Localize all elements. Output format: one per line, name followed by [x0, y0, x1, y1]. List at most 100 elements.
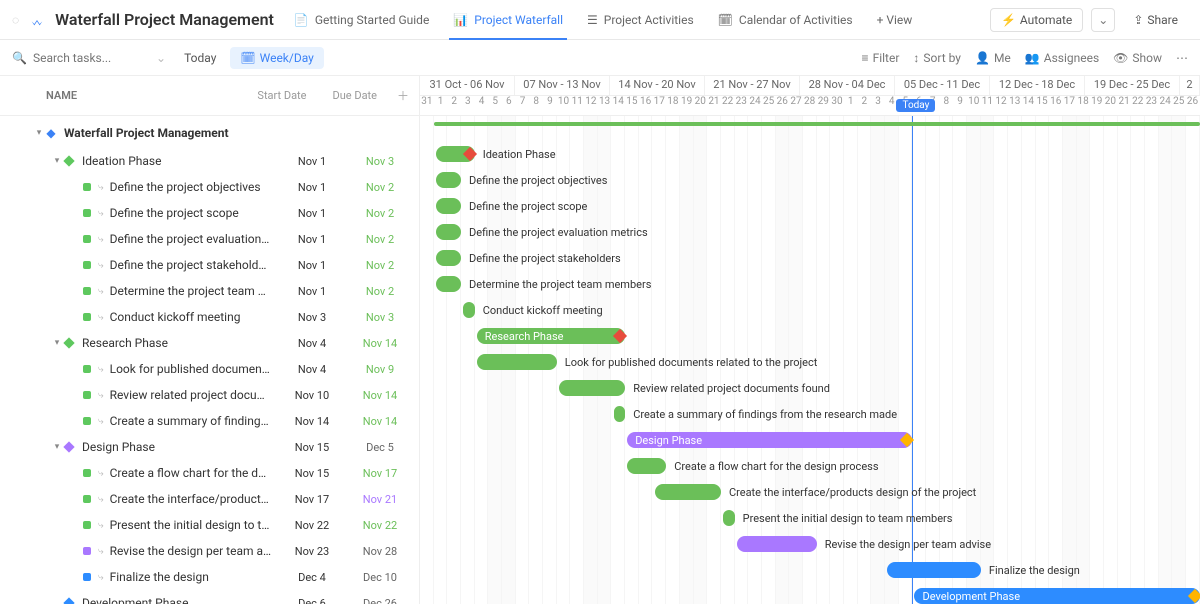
- task-name[interactable]: Define the project objectives: [110, 180, 277, 194]
- task-name[interactable]: Determine the project team …: [110, 284, 277, 298]
- start-date[interactable]: Nov 15: [277, 441, 347, 454]
- tab-add-view[interactable]: + View: [877, 0, 913, 40]
- start-date[interactable]: Nov 1: [277, 155, 347, 168]
- due-date[interactable]: Nov 14: [347, 415, 413, 428]
- start-date[interactable]: Nov 1: [277, 207, 347, 220]
- start-date[interactable]: Nov 22: [277, 519, 347, 532]
- due-date[interactable]: Nov 3: [347, 311, 413, 324]
- due-date[interactable]: Nov 14: [347, 337, 413, 350]
- due-date[interactable]: Nov 9: [347, 363, 413, 376]
- automate-dropdown[interactable]: ⌄: [1091, 8, 1115, 32]
- task-name[interactable]: Development Phase: [82, 596, 277, 604]
- me-button[interactable]: 👤 Me: [975, 51, 1011, 65]
- weekday-toggle[interactable]: 🗓Week/Day: [230, 47, 323, 69]
- task-row[interactable]: ⤷Define the project stakehold…Nov 1Nov 2: [0, 252, 419, 278]
- due-date[interactable]: Nov 21: [347, 493, 413, 506]
- task-name[interactable]: Finalize the design: [110, 570, 277, 584]
- show-button[interactable]: 👁 Show: [1113, 51, 1162, 65]
- start-date[interactable]: Nov 1: [277, 181, 347, 194]
- gantt-bar[interactable]: [627, 458, 666, 474]
- task-name[interactable]: Ideation Phase: [82, 154, 277, 168]
- expand-icon[interactable]: ▾: [34, 128, 44, 138]
- start-date[interactable]: Nov 1: [277, 259, 347, 272]
- task-name[interactable]: Create a summary of finding…: [110, 414, 277, 428]
- task-row[interactable]: ▾◆Waterfall Project Management: [0, 120, 419, 146]
- tab-project-activities[interactable]: ☰Project Activities: [587, 0, 694, 40]
- start-date[interactable]: Nov 17: [277, 493, 347, 506]
- task-row[interactable]: ⤷Conduct kickoff meetingNov 3Nov 3: [0, 304, 419, 330]
- due-date[interactable]: Nov 14: [347, 389, 413, 402]
- task-name[interactable]: Review related project docu…: [110, 388, 277, 402]
- due-date[interactable]: Nov 22: [347, 519, 413, 532]
- start-date[interactable]: Nov 23: [277, 545, 347, 558]
- search-options-dropdown[interactable]: ⌄: [156, 51, 166, 65]
- task-name[interactable]: Research Phase: [82, 336, 277, 350]
- task-row[interactable]: ⤷Determine the project team …Nov 1Nov 2: [0, 278, 419, 304]
- task-name[interactable]: Create the interface/product…: [110, 492, 277, 506]
- due-date[interactable]: Nov 17: [347, 467, 413, 480]
- task-name[interactable]: Look for published documen…: [110, 362, 277, 376]
- automate-button[interactable]: ⚡Automate: [990, 8, 1083, 32]
- task-name[interactable]: Revise the design per team a…: [110, 544, 277, 558]
- start-date[interactable]: Dec 4: [277, 571, 347, 584]
- gantt-bar[interactable]: [436, 276, 461, 292]
- due-date[interactable]: Nov 2: [347, 181, 413, 194]
- filter-button[interactable]: ≡ Filter: [862, 51, 900, 65]
- due-date[interactable]: Nov 3: [347, 155, 413, 168]
- gantt-bar[interactable]: [723, 510, 735, 526]
- task-name[interactable]: Define the project evaluation…: [110, 232, 277, 246]
- share-button[interactable]: ⇪Share: [1123, 9, 1188, 31]
- task-row[interactable]: ⤷Define the project objectivesNov 1Nov 2: [0, 174, 419, 200]
- start-date[interactable]: Nov 10: [277, 389, 347, 402]
- add-column-button[interactable]: ＋: [397, 87, 409, 104]
- tab-calendar[interactable]: 🗓Calendar of Activities: [718, 0, 853, 40]
- task-name[interactable]: Create a flow chart for the d…: [110, 466, 277, 480]
- task-name[interactable]: Design Phase: [82, 440, 277, 454]
- task-row[interactable]: ▾ Research PhaseNov 4Nov 14: [0, 330, 419, 356]
- expand-icon[interactable]: ▾: [52, 442, 62, 452]
- start-date[interactable]: Nov 1: [277, 285, 347, 298]
- tab-project-waterfall[interactable]: 📊Project Waterfall: [453, 0, 563, 40]
- assignees-button[interactable]: 👥 Assignees: [1025, 51, 1099, 65]
- gantt-bar[interactable]: [655, 484, 721, 500]
- task-name[interactable]: Define the project scope: [110, 206, 277, 220]
- task-row[interactable]: ▾ Design PhaseNov 15Dec 5: [0, 434, 419, 460]
- gantt-bar[interactable]: Development Phase: [914, 588, 1199, 604]
- today-button[interactable]: Today: [184, 51, 216, 65]
- start-date[interactable]: Nov 4: [277, 337, 347, 350]
- expand-icon[interactable]: ▾: [52, 156, 62, 166]
- task-row[interactable]: ⤷Revise the design per team a…Nov 23Nov …: [0, 538, 419, 564]
- gantt-bar[interactable]: [436, 224, 461, 240]
- search-input[interactable]: [33, 51, 133, 65]
- task-row[interactable]: ⤷Finalize the designDec 4Dec 10: [0, 564, 419, 590]
- gantt-bar[interactable]: [559, 380, 625, 396]
- due-date[interactable]: Dec 10: [347, 571, 413, 584]
- task-row[interactable]: ⤷Create a flow chart for the d…Nov 15Nov…: [0, 460, 419, 486]
- gantt-bar[interactable]: [436, 250, 461, 266]
- expand-icon[interactable]: ▾: [52, 338, 62, 348]
- gantt-bar[interactable]: Design Phase: [627, 432, 912, 448]
- task-name[interactable]: Present the initial design to t…: [110, 518, 277, 532]
- task-row[interactable]: ▾ Ideation PhaseNov 1Nov 3: [0, 148, 419, 174]
- due-date[interactable]: Nov 2: [347, 233, 413, 246]
- start-date[interactable]: Nov 4: [277, 363, 347, 376]
- due-date[interactable]: Dec 5: [347, 441, 413, 454]
- start-date[interactable]: Nov 1: [277, 233, 347, 246]
- gantt-bar[interactable]: [887, 562, 981, 578]
- due-date[interactable]: Nov 2: [347, 285, 413, 298]
- task-row[interactable]: ⤷Define the project evaluation…Nov 1Nov …: [0, 226, 419, 252]
- start-date[interactable]: Nov 15: [277, 467, 347, 480]
- task-row[interactable]: ⤷Create a summary of finding…Nov 14Nov 1…: [0, 408, 419, 434]
- task-row[interactable]: ⤷Present the initial design to t…Nov 22N…: [0, 512, 419, 538]
- gantt-bar[interactable]: [463, 302, 475, 318]
- gantt-bar[interactable]: [436, 172, 461, 188]
- start-date[interactable]: Nov 14: [277, 415, 347, 428]
- due-date[interactable]: Nov 2: [347, 259, 413, 272]
- gantt-bar[interactable]: [477, 354, 557, 370]
- task-row[interactable]: ⤷Create the interface/product…Nov 17Nov …: [0, 486, 419, 512]
- gantt-bar[interactable]: Research Phase: [477, 328, 625, 344]
- task-row[interactable]: ⤷Define the project scopeNov 1Nov 2: [0, 200, 419, 226]
- tab-getting-started[interactable]: 📄Getting Started Guide: [294, 0, 429, 40]
- app-menu-icon[interactable]: ◌: [12, 13, 19, 27]
- gantt-bar[interactable]: [614, 406, 626, 422]
